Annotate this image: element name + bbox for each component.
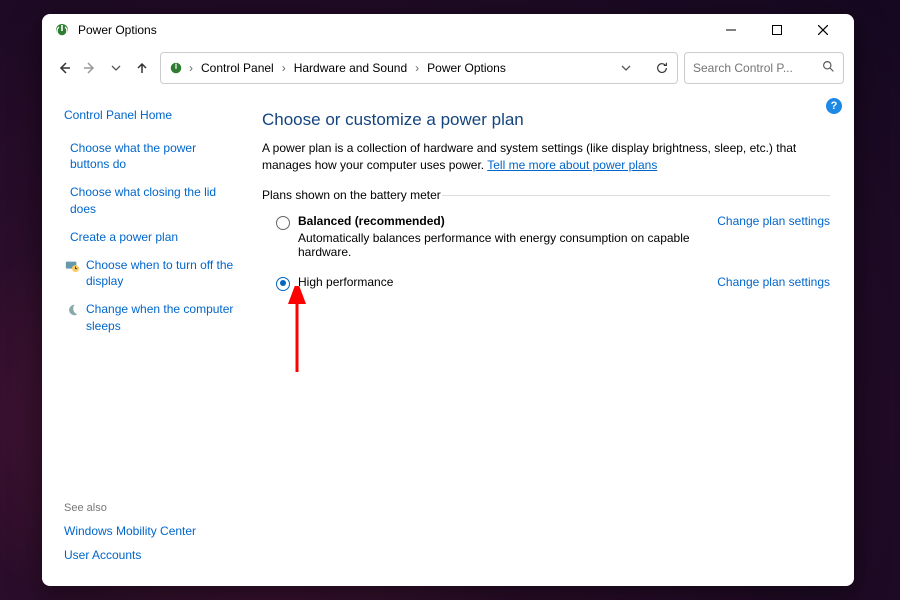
plan-description: Automatically balances performance with …: [298, 231, 707, 259]
see-also-user-accounts[interactable]: User Accounts: [64, 548, 238, 562]
see-also-header: See also: [64, 502, 238, 514]
change-plan-settings-link[interactable]: Change plan settings: [717, 214, 830, 228]
search-box[interactable]: [684, 52, 844, 84]
titlebar: Power Options: [42, 14, 854, 46]
breadcrumb-item[interactable]: Hardware and Sound: [290, 59, 411, 77]
close-button[interactable]: [800, 14, 846, 46]
plans-group-label: Plans shown on the battery meter: [262, 188, 830, 202]
address-bar[interactable]: › Control Panel › Hardware and Sound › P…: [160, 52, 678, 84]
search-input[interactable]: [693, 61, 816, 75]
sidebar-item-label: Choose what the power buttons do: [70, 140, 238, 172]
power-options-icon: [54, 22, 70, 38]
up-button[interactable]: [130, 56, 154, 80]
sidebar-item-label: Choose what closing the lid does: [70, 184, 238, 216]
back-button[interactable]: [52, 56, 76, 80]
search-icon[interactable]: [822, 60, 835, 76]
breadcrumb-item[interactable]: Power Options: [423, 59, 510, 77]
content-body: ? Control Panel Home Choose what the pow…: [42, 90, 854, 586]
chevron-right-icon: ›: [189, 61, 193, 75]
moon-icon: [64, 302, 80, 318]
sidebar-item-label: Change when the computer sleeps: [86, 301, 238, 333]
sidebar-item-computer-sleeps[interactable]: Change when the computer sleeps: [64, 301, 238, 333]
chevron-right-icon: ›: [282, 61, 286, 75]
window-title: Power Options: [78, 23, 157, 37]
sidebar-item-closing-lid[interactable]: Choose what closing the lid does: [64, 184, 238, 216]
control-panel-window: Power Options: [42, 14, 854, 586]
see-also-mobility-center[interactable]: Windows Mobility Center: [64, 524, 238, 538]
sidebar: Control Panel Home Choose what the power…: [42, 90, 252, 586]
sidebar-item-label: Choose when to turn off the display: [86, 257, 238, 289]
control-panel-home-link[interactable]: Control Panel Home: [64, 108, 238, 122]
page-heading: Choose or customize a power plan: [262, 110, 830, 130]
plan-name: Balanced (recommended): [298, 214, 707, 228]
minimize-button[interactable]: [708, 14, 754, 46]
display-timer-icon: [64, 258, 80, 274]
plan-balanced[interactable]: Balanced (recommended) Automatically bal…: [262, 212, 830, 273]
main-panel: Choose or customize a power plan A power…: [252, 90, 854, 586]
power-options-icon: [167, 59, 185, 77]
sidebar-item-create-plan[interactable]: Create a power plan: [64, 229, 238, 245]
learn-more-link[interactable]: Tell me more about power plans: [487, 158, 657, 172]
radio-balanced[interactable]: [276, 216, 290, 230]
radio-high-performance[interactable]: [276, 277, 290, 291]
help-icon[interactable]: ?: [826, 98, 842, 114]
sidebar-item-label: Create a power plan: [70, 229, 178, 245]
plan-name: High performance: [298, 275, 707, 289]
chevron-down-icon[interactable]: [617, 59, 635, 77]
sidebar-item-turn-off-display[interactable]: Choose when to turn off the display: [64, 257, 238, 289]
chevron-right-icon: ›: [415, 61, 419, 75]
navbar: › Control Panel › Hardware and Sound › P…: [42, 46, 854, 90]
maximize-button[interactable]: [754, 14, 800, 46]
recent-dropdown-button[interactable]: [104, 56, 128, 80]
sidebar-item-power-buttons[interactable]: Choose what the power buttons do: [64, 140, 238, 172]
change-plan-settings-link[interactable]: Change plan settings: [717, 275, 830, 289]
page-description: A power plan is a collection of hardware…: [262, 140, 830, 174]
breadcrumb-item[interactable]: Control Panel: [197, 59, 278, 77]
plan-high-performance[interactable]: High performance Change plan settings: [262, 273, 830, 305]
forward-button[interactable]: [78, 56, 102, 80]
refresh-icon[interactable]: [653, 59, 671, 77]
